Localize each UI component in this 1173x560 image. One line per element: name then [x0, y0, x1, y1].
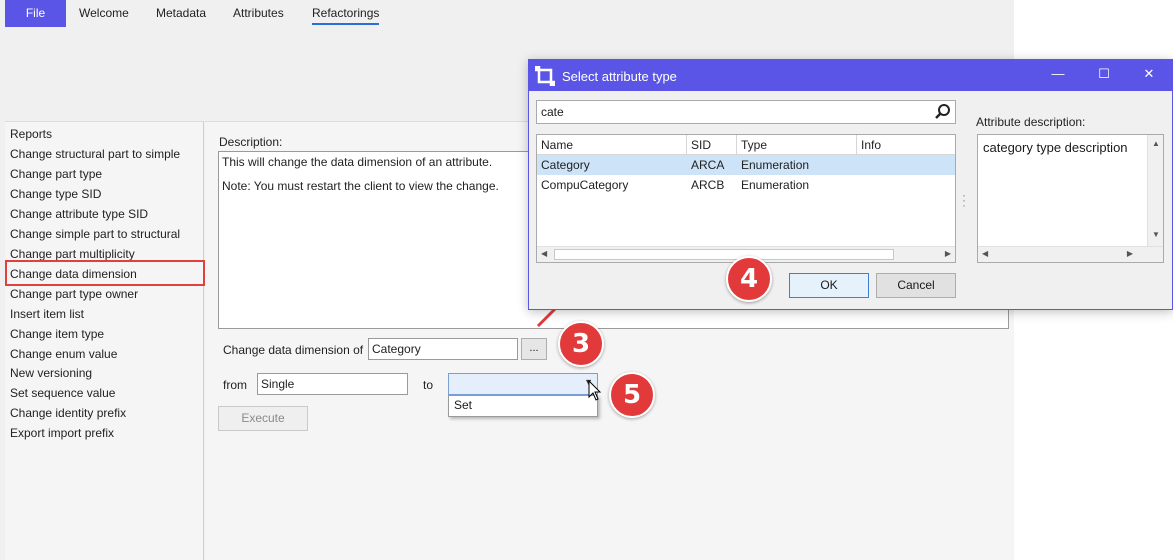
dialog-titlebar: Select attribute type — ☐ ✕	[529, 60, 1172, 91]
search-value: cate	[541, 105, 564, 119]
column-header-name[interactable]: Name	[541, 138, 573, 152]
search-icon[interactable]	[934, 103, 952, 121]
column-header-sid[interactable]: SID	[691, 138, 711, 152]
from-field[interactable]: Single	[257, 373, 408, 395]
nav-item-change-part-multiplicity[interactable]: Change part multiplicity	[10, 247, 135, 261]
nav-item-new-versioning[interactable]: New versioning	[10, 366, 92, 380]
tab-file[interactable]: File	[5, 0, 66, 27]
vertical-scrollbar[interactable]: ▲ ▼	[1147, 135, 1163, 246]
dialog-title: Select attribute type	[562, 69, 677, 84]
grid-header: Name SID Type Info	[537, 135, 955, 155]
nav-item-change-structural-part-to-simple[interactable]: Change structural part to simple	[10, 147, 180, 161]
scroll-left-icon[interactable]: ◀	[982, 249, 988, 258]
nav-item-set-sequence-value[interactable]: Set sequence value	[10, 386, 115, 400]
ok-button[interactable]: OK	[789, 273, 869, 298]
tab-welcome[interactable]: Welcome	[79, 6, 129, 20]
dropdown-option-set[interactable]: Set	[448, 395, 598, 417]
column-divider	[686, 135, 687, 155]
select-attribute-type-dialog: Select attribute type — ☐ ✕ cate Name SI…	[528, 59, 1173, 310]
attribute-type-field[interactable]: Category	[368, 338, 518, 360]
splitter-handle-icon[interactable]: · · ·	[962, 189, 966, 211]
step-badge-3: 3	[558, 321, 604, 367]
column-divider	[856, 135, 857, 155]
cell-name: CompuCategory	[541, 178, 629, 192]
nav-item-reports[interactable]: Reports	[10, 127, 52, 141]
cell-type: Enumeration	[741, 178, 810, 192]
execute-button[interactable]: Execute	[218, 406, 308, 431]
crop-icon	[535, 66, 555, 86]
scroll-right-icon[interactable]: ▶	[945, 249, 951, 258]
nav-item-change-enum-value[interactable]: Change enum value	[10, 347, 117, 361]
to-select[interactable]: ▼	[448, 373, 598, 395]
scroll-right-icon[interactable]: ▶	[1127, 249, 1133, 258]
cell-sid: ARCB	[691, 178, 725, 192]
maximize-icon[interactable]: ☐	[1094, 66, 1114, 82]
to-label: to	[423, 378, 434, 392]
close-icon[interactable]: ✕	[1139, 66, 1159, 82]
from-label: from	[223, 378, 247, 392]
scroll-up-icon[interactable]: ▲	[1152, 139, 1160, 148]
table-row[interactable]: Category ARCA Enumeration	[537, 155, 955, 175]
attribute-description-text: category type description	[983, 140, 1128, 155]
column-header-type[interactable]: Type	[741, 138, 767, 152]
nav-item-change-part-type-owner[interactable]: Change part type owner	[10, 287, 138, 301]
nav-item-change-type-sid[interactable]: Change type SID	[10, 187, 101, 201]
scrollbar-thumb[interactable]	[554, 249, 894, 260]
cancel-button[interactable]: Cancel	[876, 273, 956, 298]
attribute-description-box: category type description ▲ ▼ ◀ ▶	[977, 134, 1164, 263]
step-badge-5: 5	[609, 372, 655, 418]
column-divider	[736, 135, 737, 155]
attribute-description-label: Attribute description:	[976, 115, 1086, 129]
table-row[interactable]: CompuCategory ARCB Enumeration	[537, 175, 955, 195]
tab-refactorings[interactable]: Refactorings	[312, 6, 380, 25]
cell-type: Enumeration	[741, 158, 810, 172]
cell-sid: ARCA	[691, 158, 725, 172]
nav-item-insert-item-list[interactable]: Insert item list	[10, 307, 84, 321]
cell-name: Category	[541, 158, 590, 172]
scroll-left-icon[interactable]: ◀	[541, 249, 547, 258]
minimize-icon[interactable]: —	[1048, 66, 1068, 81]
scroll-down-icon[interactable]: ▼	[1152, 230, 1160, 239]
attribute-type-grid: Name SID Type Info Category ARCA Enumera…	[536, 134, 956, 263]
refactorings-list: Reports Change structural part to simple…	[5, 121, 205, 560]
search-input[interactable]: cate	[536, 100, 956, 124]
nav-item-change-attribute-type-sid[interactable]: Change attribute type SID	[10, 207, 148, 221]
ribbon-tabbar: File Welcome Metadata Attributes Refacto…	[0, 0, 1014, 28]
horizontal-scrollbar[interactable]: ◀ ▶	[978, 246, 1163, 262]
nav-item-change-part-type[interactable]: Change part type	[10, 167, 102, 181]
nav-item-change-data-dimension[interactable]: Change data dimension	[10, 267, 137, 281]
nav-item-change-identity-prefix[interactable]: Change identity prefix	[10, 406, 126, 420]
nav-item-change-item-type[interactable]: Change item type	[10, 327, 104, 341]
column-header-info[interactable]: Info	[861, 138, 881, 152]
mouse-cursor-icon	[588, 380, 602, 401]
nav-item-change-simple-part-to-structural[interactable]: Change simple part to structural	[10, 227, 180, 241]
nav-item-export-import-prefix[interactable]: Export import prefix	[10, 426, 114, 440]
description-label: Description:	[219, 135, 283, 149]
step-badge-4: 4	[726, 256, 772, 302]
tab-metadata[interactable]: Metadata	[156, 6, 206, 20]
change-data-dimension-label: Change data dimension of	[223, 343, 364, 357]
tab-attributes[interactable]: Attributes	[233, 6, 284, 20]
browse-button[interactable]: ...	[521, 338, 547, 360]
